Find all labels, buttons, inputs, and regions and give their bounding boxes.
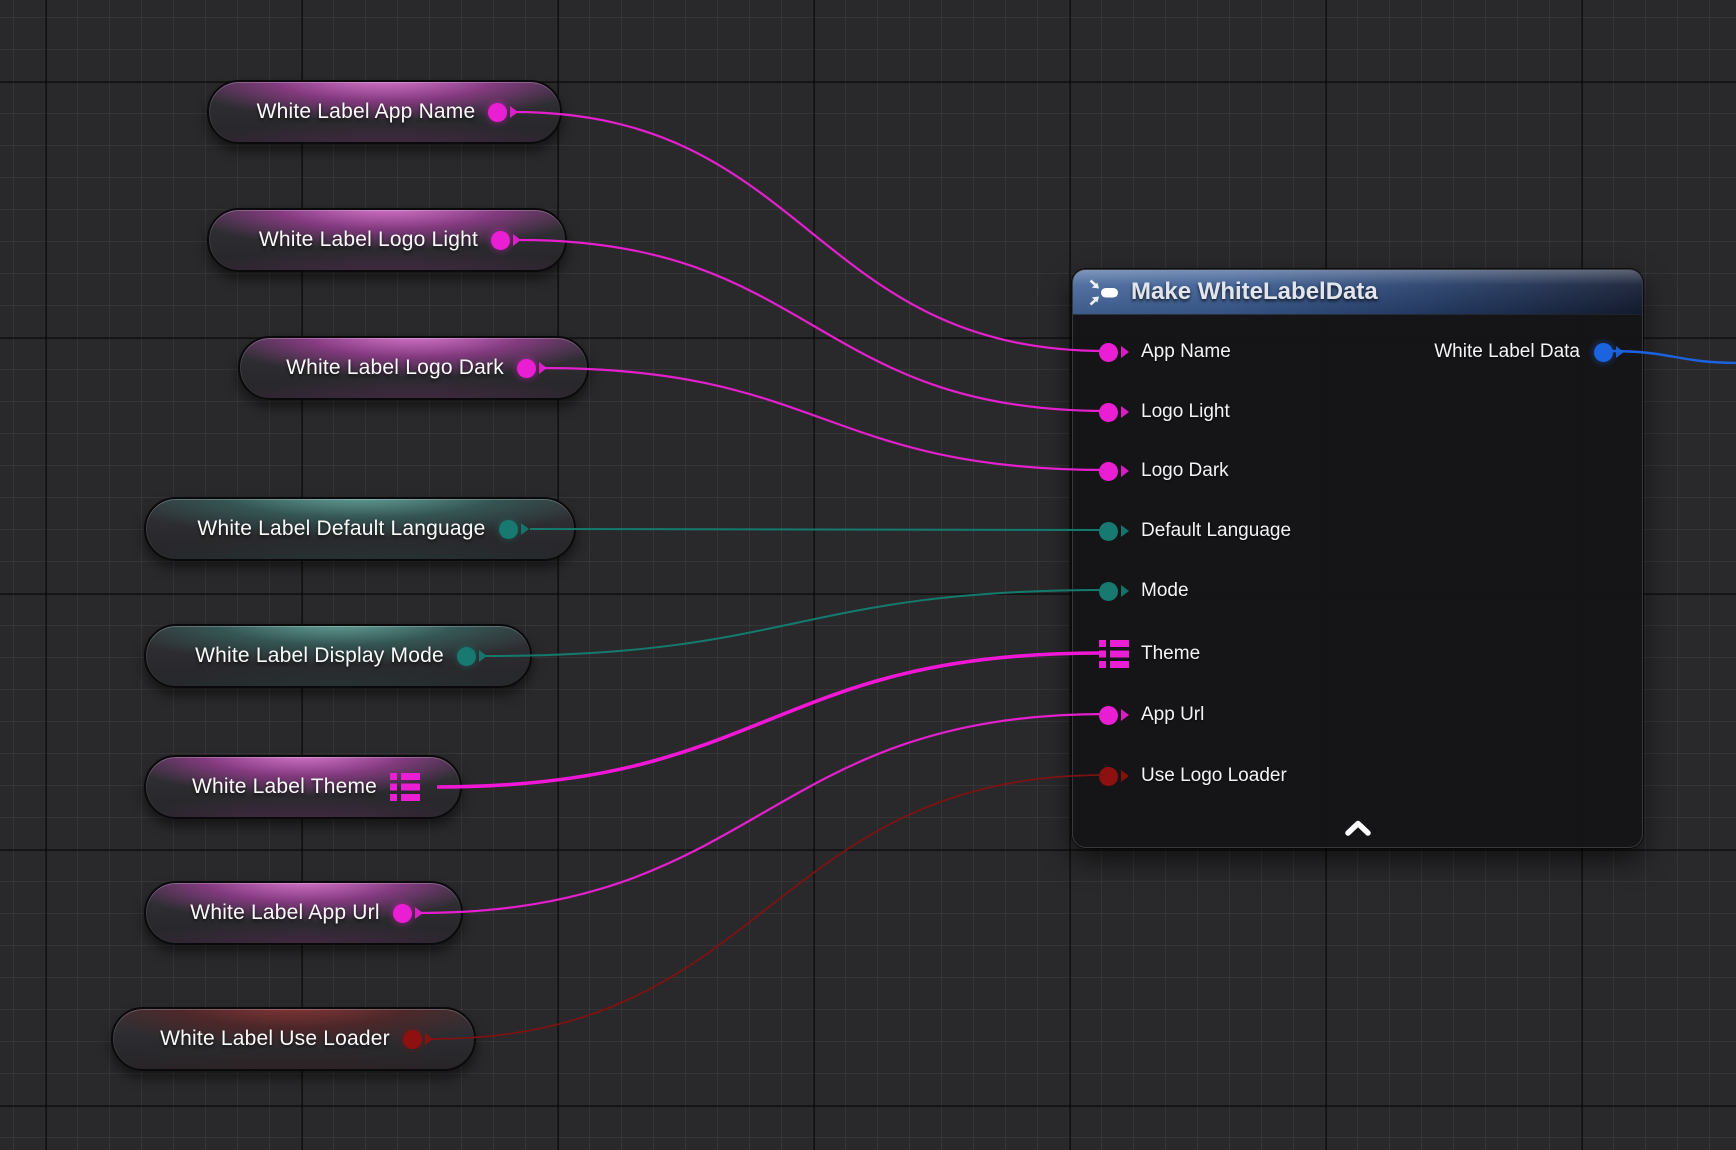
pin-wedge-icon	[521, 523, 529, 535]
pin-icon[interactable]	[1099, 767, 1129, 786]
pin-icon[interactable]	[488, 103, 518, 122]
pin-icon[interactable]	[499, 520, 529, 539]
pin-wedge-icon	[479, 650, 487, 662]
pin-wedge-icon	[1121, 465, 1129, 477]
pin-circle[interactable]	[1099, 767, 1118, 786]
variable-node-white-label-theme[interactable]: White Label Theme	[144, 755, 462, 819]
output-pin-row-white-label-data[interactable]: White Label Data	[1434, 335, 1624, 369]
output-pin-label: White Label Data	[1434, 341, 1580, 363]
input-pin-label: Theme	[1141, 643, 1200, 665]
wire-display-mode[interactable]	[486, 590, 1106, 656]
input-pin-label: App Url	[1141, 704, 1204, 726]
variable-node-label: White Label Theme	[192, 775, 377, 799]
pin-wedge-icon	[425, 1033, 433, 1045]
pin-circle[interactable]	[499, 520, 518, 539]
struct-pin-icon[interactable]	[390, 773, 420, 801]
make-struct-icon	[1089, 279, 1119, 306]
pin-circle[interactable]	[393, 904, 412, 923]
pin-wedge-icon	[1121, 709, 1129, 721]
struct-pin-icon-wrap[interactable]	[1099, 640, 1129, 668]
make-whitelabeldata-node[interactable]: Make WhiteLabelData App Name Logo Light Log…	[1072, 269, 1643, 848]
wire-app-url[interactable]	[418, 714, 1106, 913]
input-pin-row-use-logo-loader[interactable]: Use Logo Loader	[1099, 759, 1287, 793]
pin-circle[interactable]	[457, 647, 476, 666]
pin-wedge-icon	[1121, 770, 1129, 782]
pin-circle[interactable]	[403, 1030, 422, 1049]
pin-icon[interactable]	[403, 1030, 433, 1049]
variable-node-white-label-default-language[interactable]: White Label Default Language	[144, 497, 576, 561]
variable-node-white-label-app-url[interactable]: White Label App Url	[144, 881, 463, 945]
variable-node-label: White Label Logo Dark	[286, 356, 504, 380]
wire-theme[interactable]	[437, 653, 1100, 787]
input-pin-row-app-url[interactable]: App Url	[1099, 698, 1204, 732]
input-pin-label: Mode	[1141, 580, 1189, 602]
input-pin-row-theme[interactable]: Theme	[1099, 637, 1200, 671]
input-pin-label: Use Logo Loader	[1141, 765, 1287, 787]
node-title: Make WhiteLabelData	[1131, 278, 1378, 306]
input-pin-row-mode[interactable]: Mode	[1099, 574, 1189, 608]
pin-wedge-icon	[1121, 346, 1129, 358]
wire-use-loader[interactable]	[432, 775, 1106, 1039]
variable-node-label: White Label Logo Light	[259, 228, 478, 252]
variable-node-label: White Label Default Language	[197, 517, 485, 541]
variable-node-label: White Label App Url	[190, 901, 379, 925]
input-pin-label: Default Language	[1141, 520, 1291, 542]
pin-wedge-icon	[1121, 585, 1129, 597]
variable-node-white-label-app-name[interactable]: White Label App Name	[207, 80, 562, 144]
struct-pin-icon-wrap[interactable]	[390, 773, 420, 801]
wire-app-name[interactable]	[514, 112, 1106, 351]
input-pin-row-logo-dark[interactable]: Logo Dark	[1099, 454, 1229, 488]
input-pin-row-default-language[interactable]: Default Language	[1099, 514, 1291, 548]
pin-circle[interactable]	[1099, 522, 1118, 541]
pin-circle[interactable]	[517, 359, 536, 378]
node-header[interactable]: Make WhiteLabelData	[1073, 270, 1642, 315]
variable-node-white-label-logo-dark[interactable]: White Label Logo Dark	[238, 336, 589, 400]
variable-node-white-label-use-loader[interactable]: White Label Use Loader	[111, 1007, 476, 1071]
wire-default-language[interactable]	[530, 529, 1106, 530]
wire-logo-light[interactable]	[520, 240, 1106, 411]
input-pin-row-app-name[interactable]: App Name	[1099, 335, 1231, 369]
struct-pin-icon[interactable]	[1099, 640, 1129, 668]
input-pin-label: Logo Light	[1141, 401, 1230, 423]
input-pin-label: App Name	[1141, 341, 1231, 363]
wire-logo-dark[interactable]	[542, 368, 1106, 470]
variable-node-label: White Label App Name	[257, 100, 476, 124]
pin-wedge-icon	[1121, 406, 1129, 418]
chevron-up-icon	[1344, 820, 1372, 836]
pin-icon[interactable]	[491, 231, 521, 250]
input-pin-label: Logo Dark	[1141, 460, 1229, 482]
collapse-node-button[interactable]	[1338, 815, 1378, 841]
input-pin-row-logo-light[interactable]: Logo Light	[1099, 395, 1230, 429]
pin-wedge-icon	[513, 234, 521, 246]
pin-icon[interactable]	[457, 647, 487, 666]
variable-node-label: White Label Display Mode	[195, 644, 444, 668]
variable-node-label: White Label Use Loader	[160, 1027, 390, 1051]
variable-node-white-label-logo-light[interactable]: White Label Logo Light	[207, 208, 567, 272]
pin-circle[interactable]	[491, 231, 510, 250]
blueprint-graph-canvas[interactable]: White Label App Name White Label Logo Lig…	[0, 0, 1736, 1150]
pin-wedge-icon	[1121, 525, 1129, 537]
pin-circle[interactable]	[488, 103, 507, 122]
pin-icon[interactable]	[1099, 522, 1129, 541]
variable-node-white-label-display-mode[interactable]: White Label Display Mode	[144, 624, 532, 688]
